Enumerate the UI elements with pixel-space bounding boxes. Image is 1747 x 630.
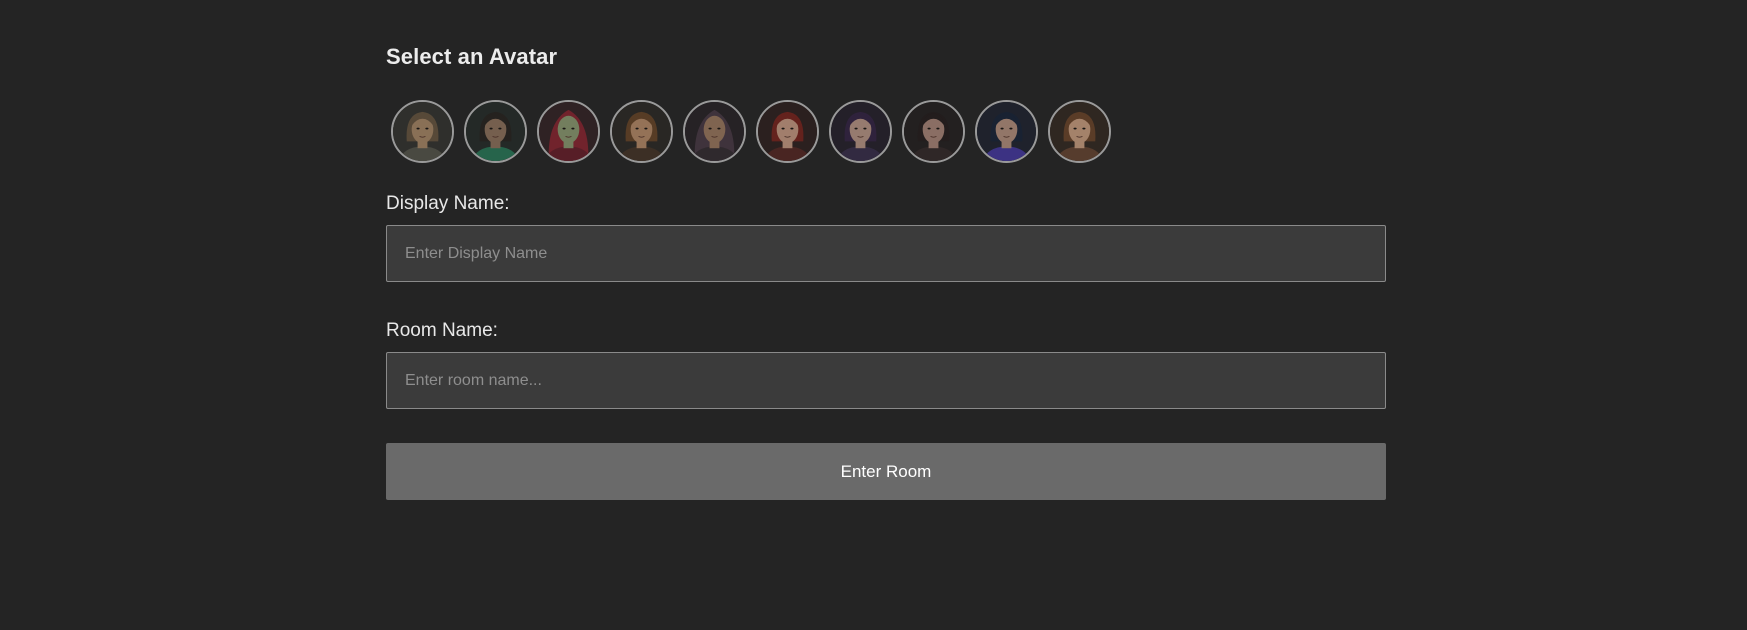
- display-name-label: Display Name:: [386, 193, 510, 214]
- avatar-option[interactable]: [683, 100, 746, 163]
- avatar-bald-man-icon: [393, 102, 452, 161]
- avatar-red-hair-woman-icon: [758, 102, 817, 161]
- avatar-option[interactable]: [975, 100, 1038, 163]
- avatar-option[interactable]: [610, 100, 673, 163]
- avatar-option[interactable]: [829, 100, 892, 163]
- avatar-purple-hair-woman-icon: [831, 102, 890, 161]
- avatar-option[interactable]: [537, 100, 600, 163]
- enter-room-button[interactable]: Enter Room: [386, 443, 1386, 500]
- avatar-blue-hair-woman-icon: [977, 102, 1036, 161]
- avatar-young-man-icon: [612, 102, 671, 161]
- avatar-red-hood-orc-icon: [539, 102, 598, 161]
- avatar-option[interactable]: [1048, 100, 1111, 163]
- avatar-brunette-woman-icon: [1050, 102, 1109, 161]
- join-room-form: Select an Avatar Display Name: Room Name…: [386, 40, 1386, 500]
- avatar-hooded-warrior-icon: [685, 102, 744, 161]
- avatar-option[interactable]: [464, 100, 527, 163]
- avatar-option[interactable]: [756, 100, 819, 163]
- avatar-picker: [386, 100, 1386, 166]
- page-title: Select an Avatar: [386, 44, 558, 69]
- avatar-option[interactable]: [391, 100, 454, 163]
- avatar-option[interactable]: [902, 100, 965, 163]
- display-name-input[interactable]: [386, 225, 1386, 282]
- room-name-label: Room Name:: [386, 320, 498, 341]
- avatar-bearded-man-icon: [466, 102, 525, 161]
- avatar-dark-hair-woman-icon: [904, 102, 963, 161]
- room-name-input[interactable]: [386, 352, 1386, 409]
